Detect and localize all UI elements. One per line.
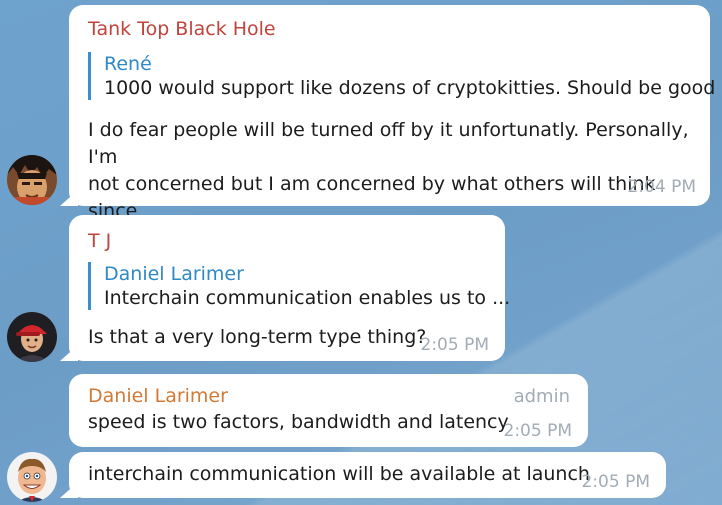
message-text: Is that a very long-term type thing? bbox=[88, 326, 427, 348]
cartoon-face-avatar[interactable] bbox=[7, 452, 57, 502]
anime-character-avatar[interactable] bbox=[7, 155, 57, 205]
message-bubble[interactable]: Tank Top Black Hole René 1000 would supp… bbox=[69, 5, 722, 249]
message-time: 2:05 PM bbox=[581, 472, 651, 492]
reply-author: Daniel Larimer bbox=[104, 263, 244, 285]
sender-name[interactable]: Daniel Larimer bbox=[88, 385, 228, 407]
message-time: 2:04 PM bbox=[627, 177, 697, 197]
admin-badge: admin bbox=[513, 386, 570, 407]
reply-quote: 1000 would support like dozens of crypto… bbox=[104, 77, 722, 99]
red-cap-avatar[interactable] bbox=[7, 312, 57, 362]
chat-history[interactable]: Tank Top Black Hole René 1000 would supp… bbox=[0, 0, 722, 505]
reply-preview[interactable]: René 1000 would support like dozens of c… bbox=[88, 52, 722, 100]
reply-author: René bbox=[104, 53, 152, 75]
reply-preview[interactable]: Daniel Larimer Interchain communication … bbox=[88, 262, 511, 310]
message-time: 2:05 PM bbox=[420, 335, 490, 355]
sender-name[interactable]: Tank Top Black Hole bbox=[88, 18, 276, 40]
message-time: 2:05 PM bbox=[503, 421, 573, 441]
message-bubble[interactable]: T J Daniel Larimer Interchain communicat… bbox=[69, 215, 511, 361]
sender-name[interactable]: T J bbox=[88, 230, 111, 252]
message-bubble[interactable]: Daniel Larimer admin speed is two factor… bbox=[69, 374, 588, 447]
message-line: I do fear people will be turned off by i… bbox=[88, 119, 689, 168]
reply-quote: Interchain communication enables us to .… bbox=[104, 287, 511, 309]
message-text: speed is two factors, bandwidth and late… bbox=[88, 411, 509, 433]
message-text: interchain communication will be availab… bbox=[88, 463, 590, 485]
message-bubble[interactable]: interchain communication will be availab… bbox=[69, 452, 666, 498]
